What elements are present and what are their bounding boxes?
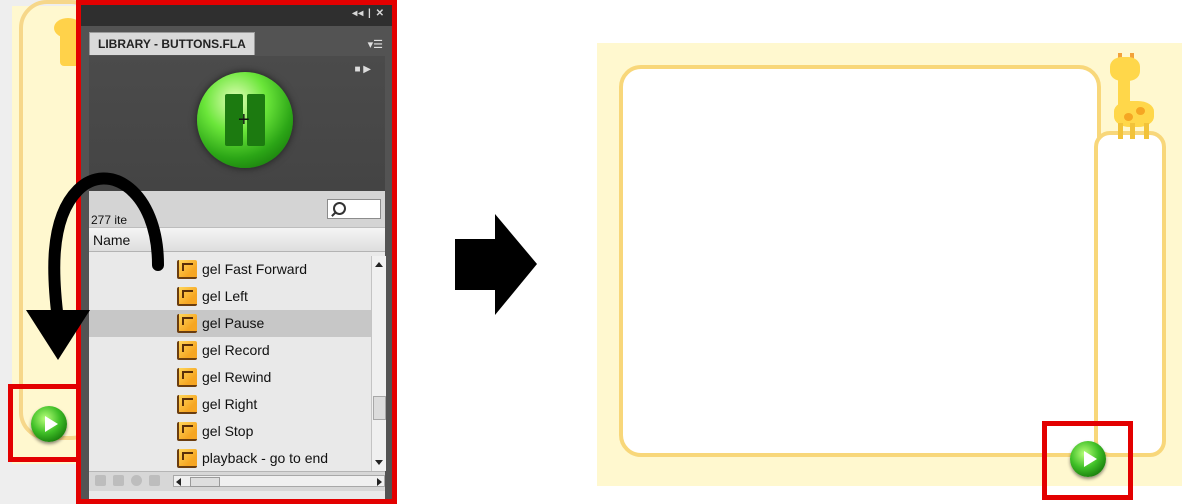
giraffe-leg	[1144, 123, 1149, 139]
giraffe-spot	[1124, 113, 1133, 121]
curved-drag-arrow-icon	[26, 172, 164, 360]
highlight-box-play-result	[1042, 421, 1133, 500]
giraffe-leg	[1130, 123, 1135, 139]
side-frame	[1094, 131, 1166, 457]
right-arrow-icon	[455, 214, 537, 315]
giraffe-spot	[1136, 107, 1145, 115]
giraffe-leg	[1118, 123, 1123, 139]
content-frame	[619, 65, 1101, 457]
result-stage	[597, 43, 1182, 486]
giraffe-icon	[1102, 53, 1160, 145]
